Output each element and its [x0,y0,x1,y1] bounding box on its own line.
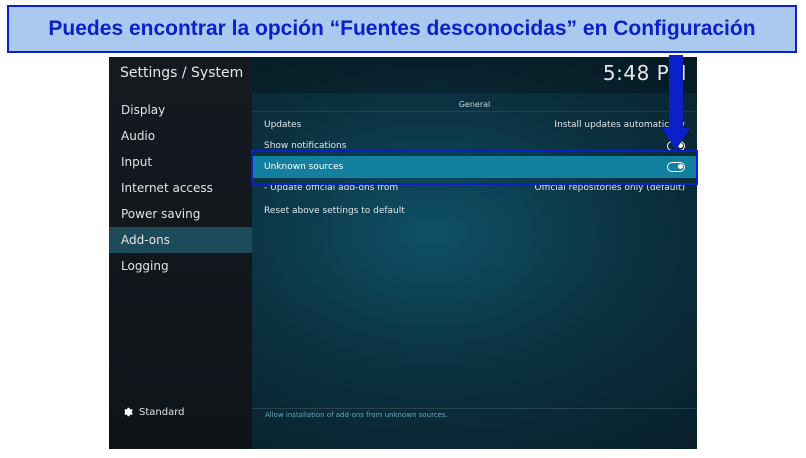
sidebar-item-label: Input [121,155,153,169]
kodi-settings-screen: Settings / System Display Audio Input In… [109,57,697,449]
sidebar-item-display[interactable]: Display [109,97,252,123]
sidebar-item-audio[interactable]: Audio [109,123,252,149]
sidebar-item-label: Display [121,103,166,117]
setting-row-reset-defaults[interactable]: Reset above settings to default [252,200,697,222]
sidebar-item-logging[interactable]: Logging [109,253,252,279]
sidebar-item-input[interactable]: Input [109,149,252,175]
setting-row-updates[interactable]: Updates Install updates automatically [252,114,697,136]
sidebar-item-internet-access[interactable]: Internet access [109,175,252,201]
gear-icon [124,407,133,417]
highlight-box [251,150,698,185]
setting-label: Reset above settings to default [264,206,405,216]
settings-level-button[interactable]: Standard [121,406,185,418]
setting-label: Updates [264,120,302,130]
sidebar-item-label: Power saving [121,207,201,221]
sidebar-item-power-saving[interactable]: Power saving [109,201,252,227]
annotation-banner: Puedes encontrar la opción “Fuentes desc… [7,5,797,53]
arrow-head-icon [662,128,690,150]
help-divider [252,408,697,409]
sidebar-item-label: Audio [121,129,156,143]
arrow-down-icon [669,55,683,135]
group-divider [252,111,697,112]
sidebar-item-add-ons[interactable]: Add-ons [109,227,252,253]
sidebar-item-label: Add-ons [121,233,170,247]
sidebar-item-label: Logging [121,259,169,273]
settings-level-label: Standard [139,406,185,418]
group-title: General [458,100,491,109]
window-title: Settings / System [120,65,244,81]
sidebar-item-label: Internet access [121,181,213,195]
help-text: Allow installation of add-ons from unkno… [265,411,448,419]
sidebar: Settings / System Display Audio Input In… [109,57,252,449]
banner-text: Puedes encontrar la opción “Fuentes desc… [48,17,756,40]
